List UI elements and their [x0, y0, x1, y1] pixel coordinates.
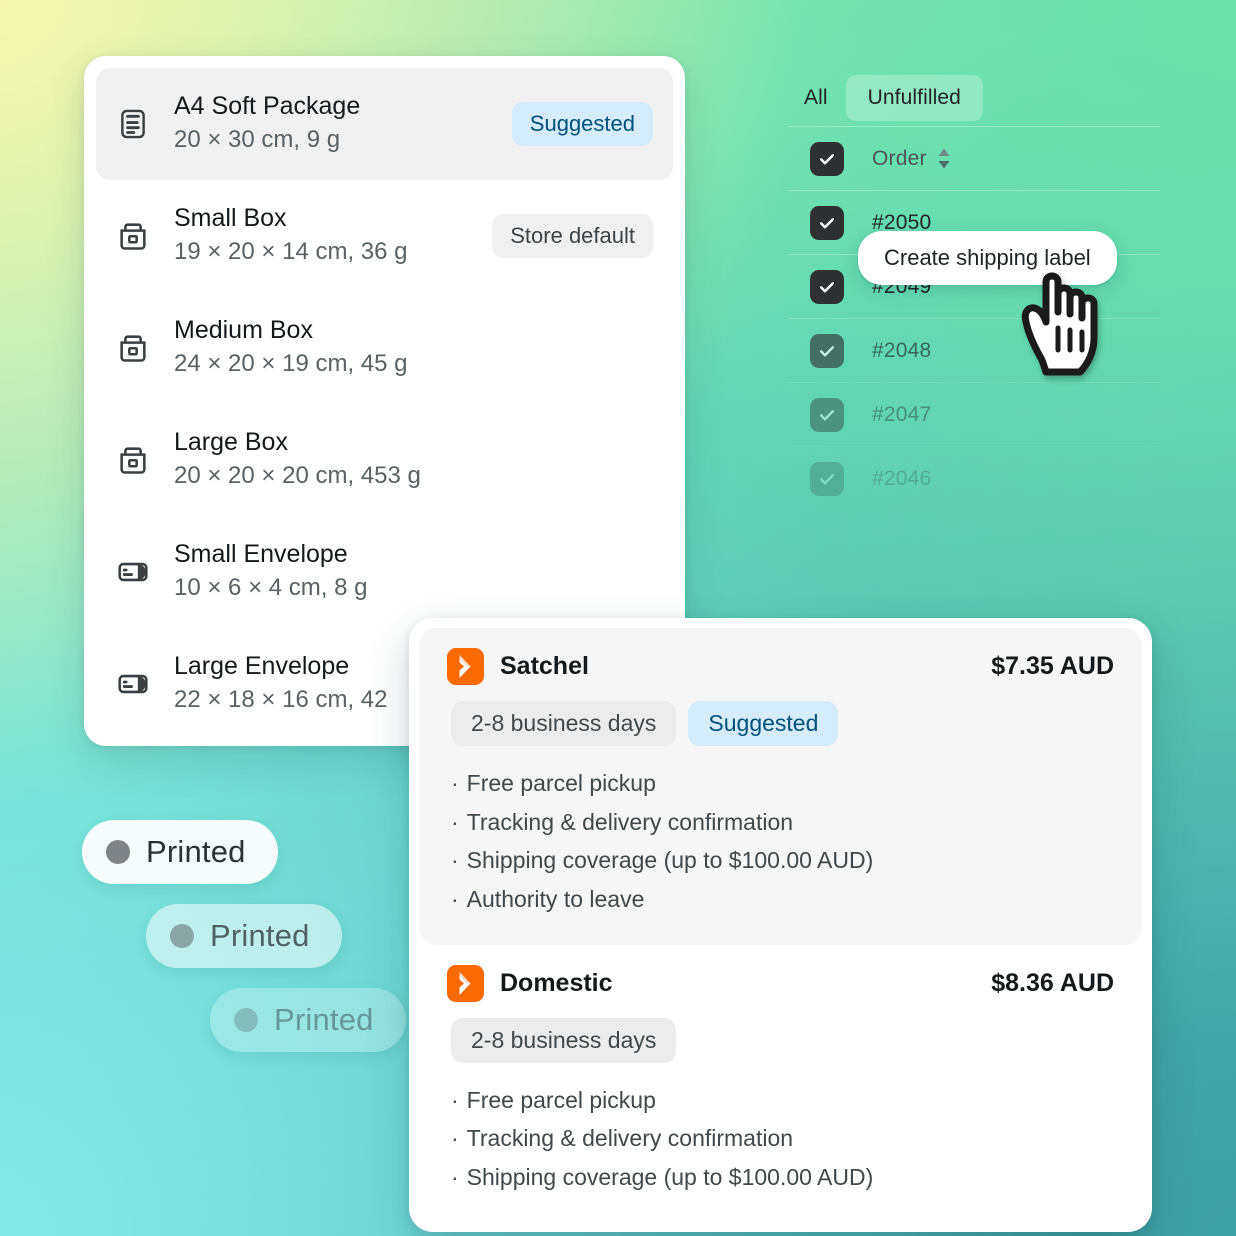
status-label: Printed	[210, 918, 310, 953]
checkmark-icon	[819, 153, 835, 164]
package-title: Large Box	[174, 427, 288, 456]
package-dimensions: 24 × 20 × 19 cm, 45 g	[174, 350, 408, 378]
rate-price: $7.35 AUD	[991, 652, 1114, 680]
feature-item: · Authority to leave	[451, 885, 645, 912]
rate-tags: 2-8 business days Suggested	[451, 701, 1114, 746]
feature-item: · Free parcel pickup	[451, 770, 656, 796]
row-checkbox[interactable]	[810, 269, 844, 304]
order-number: #2048	[872, 338, 932, 362]
rate-tags: 2-8 business days	[451, 1017, 1114, 1063]
delivery-time-tag: 2-8 business days	[451, 701, 677, 746]
feature-item: · Free parcel pickup	[451, 1086, 656, 1113]
column-header-order: Order	[872, 146, 927, 170]
order-number: #2046	[872, 466, 932, 490]
tab-unfulfilled[interactable]: Unfulfilled	[845, 75, 983, 121]
envelope-icon	[116, 667, 150, 701]
envelope-icon	[116, 555, 150, 589]
row-checkbox[interactable]	[810, 461, 844, 496]
rate-header: Domestic $8.36 AUD	[447, 964, 1114, 1002]
orders-tabs: All Unfulfilled	[788, 70, 1160, 126]
list-item[interactable]: A4 Soft Package 20 × 30 cm, 9 g Suggeste…	[96, 68, 673, 180]
package-title: Small Envelope	[174, 539, 348, 568]
package-dimensions: 20 × 30 cm, 9 g	[174, 126, 341, 154]
status-badge: Suggested	[511, 102, 653, 146]
rate-name: Satchel	[500, 652, 589, 680]
package-dimensions: 10 × 6 × 4 cm, 8 g	[174, 574, 368, 602]
feature-text: Authority to leave	[466, 885, 645, 912]
orders-table-header: Order	[788, 126, 1160, 190]
box-icon	[116, 331, 150, 365]
rate-header: Satchel $7.35 AUD	[447, 648, 1114, 685]
status-label: Printed	[146, 834, 246, 869]
feature-text: Tracking & delivery confirmation	[466, 1125, 794, 1152]
rate-name: Domestic	[500, 968, 613, 997]
rate-features: · Free parcel pickup · Tracking & delivery…	[451, 764, 1114, 919]
status-dot-icon	[106, 840, 130, 864]
package-dimensions: 19 × 20 × 14 cm, 36 g	[174, 238, 408, 266]
feature-text: Free parcel pickup	[466, 770, 656, 796]
status-dot-icon	[234, 1008, 258, 1032]
shipping-rate-option[interactable]: Satchel $7.35 AUD 2-8 business days Sugg…	[419, 628, 1142, 945]
row-checkbox[interactable]	[810, 205, 844, 240]
rate-features: · Free parcel pickup · Tracking & delivery…	[451, 1081, 1114, 1197]
status-badge: Printed	[146, 904, 342, 968]
list-item[interactable]: Small Box 19 × 20 × 14 cm, 36 g Store de…	[96, 180, 673, 292]
order-number: #2047	[872, 402, 932, 426]
list-item[interactable]: Large Box 20 × 20 × 20 cm, 453 g	[96, 404, 673, 516]
orders-panel: All Unfulfilled Order #2050 #2049 #2048	[788, 70, 1160, 510]
feature-text: Shipping coverage (up to $100.00 AUD)	[466, 1163, 874, 1190]
select-all-checkbox[interactable]	[810, 141, 844, 176]
row-checkbox[interactable]	[810, 397, 844, 432]
status-label: Printed	[274, 1002, 374, 1037]
package-title: Medium Box	[174, 315, 313, 344]
status-dot-icon	[170, 924, 194, 948]
create-shipping-label-button[interactable]: Create shipping label	[858, 231, 1117, 285]
package-title: A4 Soft Package	[174, 91, 361, 120]
tab-all[interactable]: All	[794, 75, 838, 121]
package-dimensions: 20 × 20 × 20 cm, 453 g	[174, 462, 421, 490]
australia-post-logo-icon	[447, 648, 484, 685]
table-row[interactable]: #2046	[788, 446, 1160, 510]
box-icon	[116, 443, 150, 477]
australia-post-logo-icon	[447, 964, 484, 1002]
sort-arrows-icon[interactable]	[937, 148, 951, 169]
feature-item: · Shipping coverage (up to $100.00 AUD)	[451, 847, 874, 874]
checkmark-icon	[819, 345, 835, 356]
checkmark-icon	[819, 409, 835, 420]
checkmark-icon	[819, 281, 835, 292]
feature-text: Tracking & delivery confirmation	[466, 808, 794, 835]
list-item[interactable]: Medium Box 24 × 20 × 19 cm, 45 g	[96, 292, 673, 404]
checkmark-icon	[819, 217, 835, 228]
feature-item: · Shipping coverage (up to $100.00 AUD)	[451, 1163, 874, 1190]
box-icon	[116, 219, 150, 253]
row-checkbox[interactable]	[810, 333, 844, 368]
package-title: Small Box	[174, 203, 287, 232]
rate-price: $8.36 AUD	[991, 968, 1114, 997]
feature-item: · Tracking & delivery confirmation	[451, 1125, 794, 1152]
shipping-rate-option[interactable]: Domestic $8.36 AUD 2-8 business days · Fr…	[419, 945, 1142, 1223]
status-badge: Store default	[492, 214, 653, 258]
status-badge: Printed	[210, 988, 406, 1052]
feature-item: · Tracking & delivery confirmation	[451, 808, 794, 835]
shipping-rates-card: Satchel $7.35 AUD 2-8 business days Sugg…	[409, 618, 1152, 1233]
list-item[interactable]: Small Envelope 10 × 6 × 4 cm, 8 g	[96, 516, 673, 628]
status-badge: Printed	[82, 820, 278, 884]
checkmark-icon	[819, 473, 835, 484]
feature-text: Shipping coverage (up to $100.00 AUD)	[466, 847, 874, 874]
table-row[interactable]: #2048	[788, 318, 1160, 382]
delivery-time-tag: 2-8 business days	[451, 1017, 677, 1063]
feature-text: Free parcel pickup	[466, 1086, 656, 1113]
table-row[interactable]: #2047	[788, 382, 1160, 446]
soft-package-icon	[116, 107, 150, 141]
suggested-tag: Suggested	[688, 701, 839, 746]
